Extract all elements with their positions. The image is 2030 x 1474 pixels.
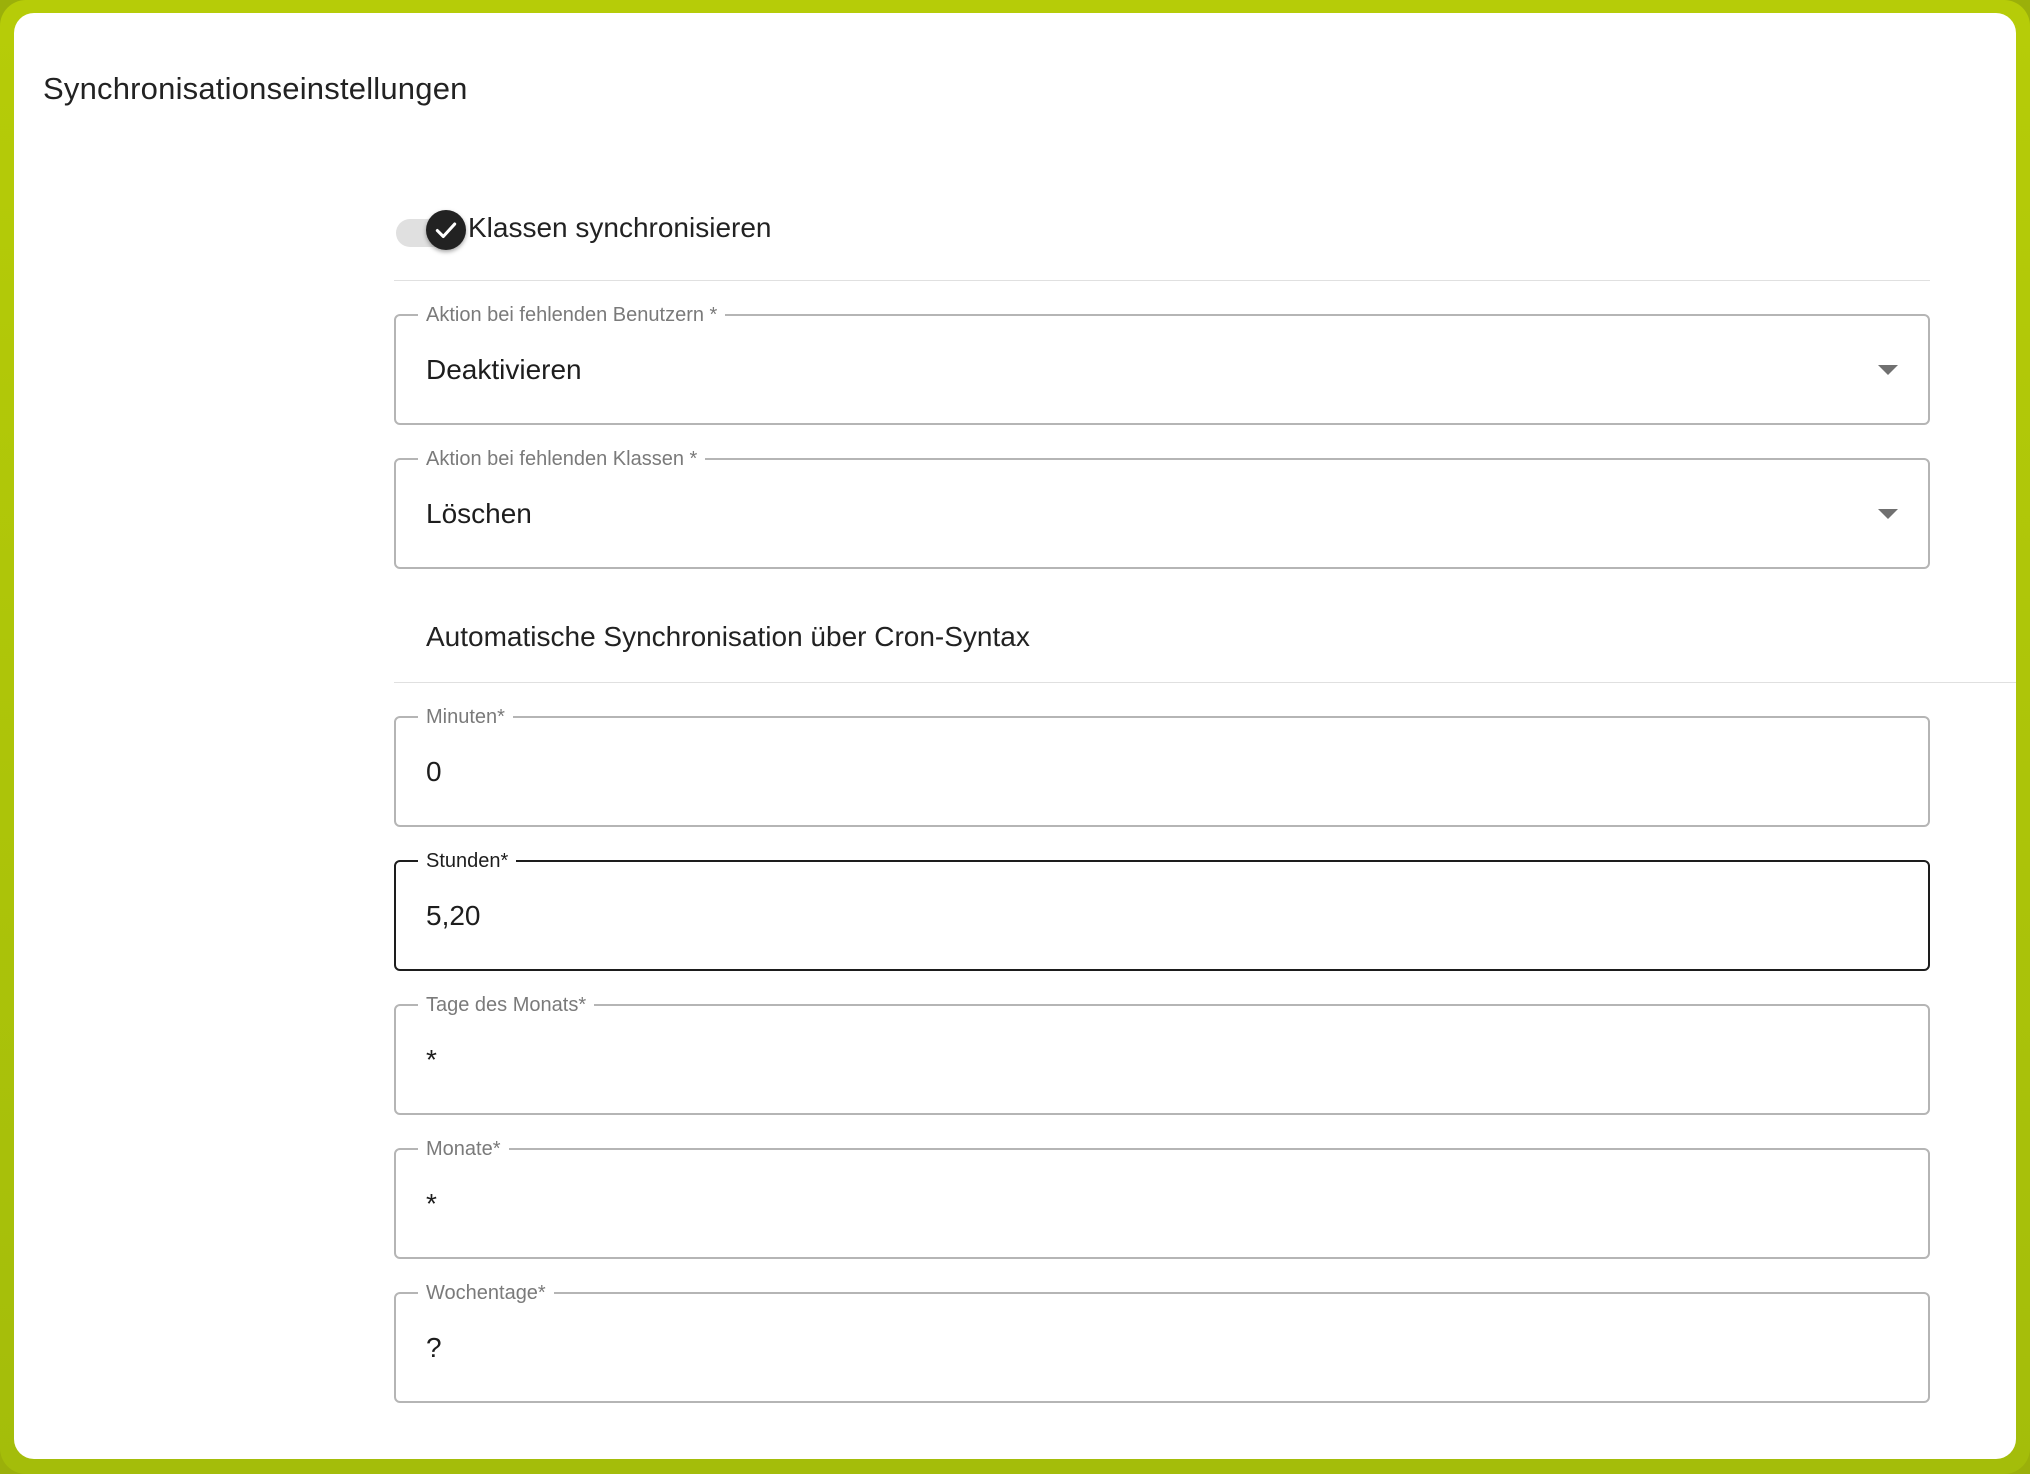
sync-classes-toggle[interactable]: [394, 205, 468, 251]
months-input[interactable]: [426, 1150, 1826, 1257]
months-field[interactable]: Monate*: [394, 1137, 1930, 1259]
caret-down-icon[interactable]: [1878, 508, 1898, 519]
weekdays-input[interactable]: [426, 1294, 1826, 1401]
missing-users-select[interactable]: Aktion bei fehlenden Benutzern * Deaktiv…: [394, 303, 1930, 425]
page-title: Synchronisationseinstellungen: [43, 71, 468, 106]
weekdays-field[interactable]: Wochentage*: [394, 1281, 1930, 1403]
missing-users-select-value[interactable]: Deaktivieren: [426, 316, 582, 423]
caret-down-icon[interactable]: [1878, 364, 1898, 375]
window-frame: Synchronisationseinstellungen Klassen sy…: [0, 0, 2030, 1474]
days-of-month-field[interactable]: Tage des Monats*: [394, 993, 1930, 1115]
minutes-input[interactable]: [426, 718, 1826, 825]
divider-cron: [394, 682, 2016, 683]
divider-top: [394, 280, 1930, 281]
missing-classes-select-value[interactable]: Löschen: [426, 460, 532, 567]
settings-card: Synchronisationseinstellungen Klassen sy…: [14, 13, 2016, 1459]
minutes-field[interactable]: Minuten*: [394, 705, 1930, 827]
days-of-month-input[interactable]: [426, 1006, 1826, 1113]
hours-field[interactable]: Stunden*: [394, 849, 1930, 971]
hours-input[interactable]: [426, 862, 1826, 969]
sync-classes-toggle-row[interactable]: Klassen synchronisieren: [394, 205, 772, 251]
check-icon: [435, 222, 457, 239]
cron-section-heading: Automatische Synchronisation über Cron-S…: [426, 621, 1030, 652]
missing-classes-select[interactable]: Aktion bei fehlenden Klassen * Löschen: [394, 447, 1930, 569]
toggle-thumb[interactable]: [426, 210, 466, 250]
sync-classes-label: Klassen synchronisieren: [468, 212, 772, 243]
